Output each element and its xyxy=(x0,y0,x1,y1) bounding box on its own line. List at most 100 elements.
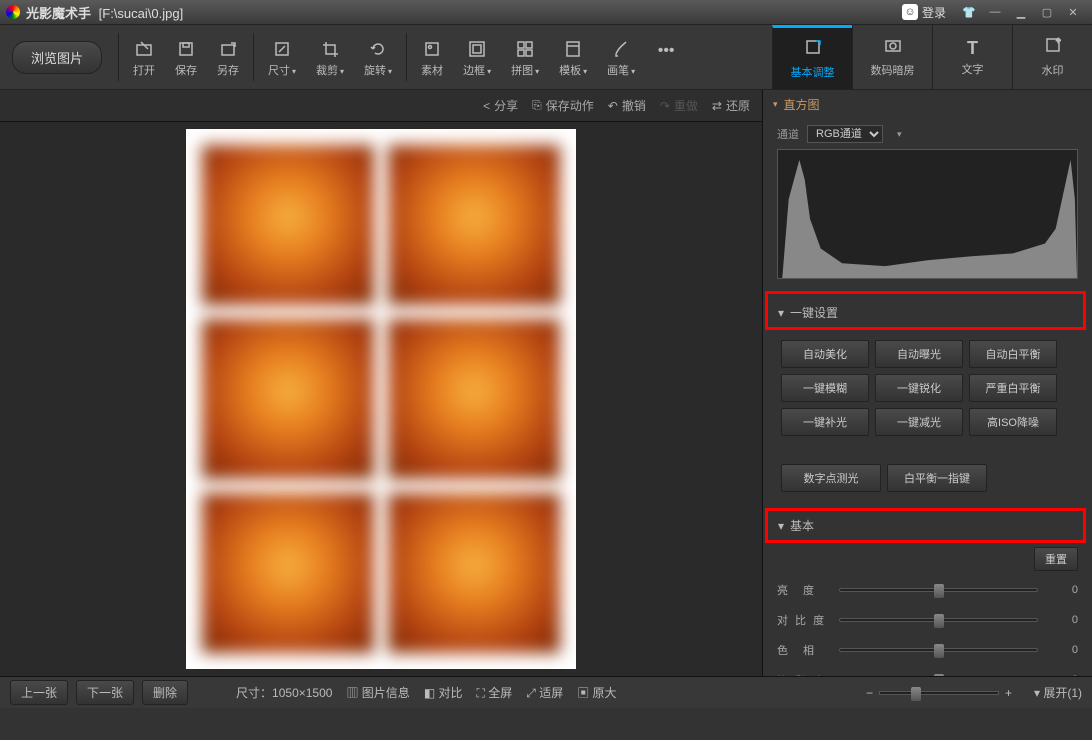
save-action-button[interactable]: ⎘ 保存动作 xyxy=(532,97,594,114)
zoom-thumb[interactable] xyxy=(911,687,921,701)
zoom-track[interactable] xyxy=(879,691,999,695)
tool-template[interactable]: 模板▾ xyxy=(549,34,597,80)
maximize-button[interactable]: ▢ xyxy=(1034,3,1060,21)
app-name: 光影魔术手 xyxy=(26,6,91,21)
channel-dropdown-icon[interactable]: ▾ xyxy=(897,129,902,140)
zoom-in-button[interactable]: + xyxy=(1005,686,1012,700)
original-size-button[interactable]: ▣ 原大 xyxy=(577,684,616,701)
btn-spot-meter[interactable]: 数字点测光 xyxy=(781,464,881,492)
browse-images-button[interactable]: 浏览图片 xyxy=(12,41,102,74)
canvas[interactable] xyxy=(0,122,762,676)
compare-button[interactable]: ◧ 对比 xyxy=(424,684,463,701)
image-info-button[interactable]: ▥ 图片信息 xyxy=(346,684,409,701)
slider-track[interactable] xyxy=(839,618,1038,622)
rotate-icon xyxy=(369,40,387,58)
rtab-basic-adjust[interactable]: 基本调整 xyxy=(772,25,852,89)
undo-button[interactable]: ↶ 撤销 xyxy=(608,97,646,114)
image-size-label: 尺寸：1050×1500 xyxy=(236,684,332,701)
template-icon xyxy=(564,40,582,58)
slider-saturation: 饱 和 度0 xyxy=(777,665,1078,676)
saveas-icon xyxy=(219,40,237,58)
fit-screen-button[interactable]: ⤢ 适屏 xyxy=(526,684,563,701)
title-bar: 光影魔术手 [F:\sucai\0.jpg] ☺ 登录 👕 — ▁ ▢ ✕ xyxy=(0,0,1092,24)
slider-thumb[interactable] xyxy=(934,584,944,598)
camera-icon xyxy=(884,36,902,54)
collapse-icon: ▾ xyxy=(778,519,784,533)
highlight-basic: ▾ 基本 xyxy=(765,508,1086,543)
login-link[interactable]: 登录 xyxy=(922,4,946,21)
btn-one-blur[interactable]: 一键模糊 xyxy=(781,374,869,402)
photo-cell xyxy=(388,319,560,479)
btn-iso-denoise[interactable]: 高ISO降噪 xyxy=(969,408,1057,436)
tool-save[interactable]: 保存 xyxy=(165,34,207,80)
oneclick-grid-2: 数字点测光 白平衡一指键 xyxy=(763,454,1092,502)
tool-collage[interactable]: 拼图▾ xyxy=(501,34,549,80)
collapse-icon: ▾ xyxy=(778,306,784,320)
crop-icon xyxy=(321,40,339,58)
close-button[interactable]: ✕ xyxy=(1060,3,1086,21)
side-panel: ▾ 直方图 通道 RGB通道 ▾ ▾ 一键设置 自动美化 自动曝光 xyxy=(762,90,1092,676)
tool-brush[interactable]: 画笔▾ xyxy=(597,34,645,80)
fullscreen-button[interactable]: ⛶ 全屏 xyxy=(477,684,513,701)
restore-button[interactable]: ⇄ 还原 xyxy=(712,97,750,114)
zoom-out-button[interactable]: − xyxy=(866,686,873,700)
next-image-button[interactable]: 下一张 xyxy=(76,680,134,705)
skin-button[interactable]: 👕 xyxy=(956,3,982,21)
rtab-watermark[interactable]: +水印 xyxy=(1012,25,1092,89)
channel-select[interactable]: RGB通道 xyxy=(807,125,883,143)
tool-frame[interactable]: 边框▾ xyxy=(453,34,501,80)
secondary-toolbar: < 分享 ⎘ 保存动作 ↶ 撤销 ↷ 重做 ⇄ 还原 xyxy=(0,90,762,122)
photo-cell xyxy=(202,145,374,305)
tool-crop[interactable]: 裁剪▾ xyxy=(306,34,354,80)
save-icon xyxy=(177,40,195,58)
rtab-text[interactable]: T文字 xyxy=(932,25,1012,89)
btn-auto-beautify[interactable]: 自动美化 xyxy=(781,340,869,368)
tool-material[interactable]: 素材 xyxy=(411,34,453,80)
btn-one-sharpen[interactable]: 一键锐化 xyxy=(875,374,963,402)
tool-more[interactable]: ••• xyxy=(645,36,687,78)
rtab-darkroom[interactable]: 数码暗房 xyxy=(852,25,932,89)
expand-button[interactable]: ▾ 展开(1) xyxy=(1034,684,1082,701)
slider-track[interactable] xyxy=(839,588,1038,592)
highlight-oneclick: ▾ 一键设置 xyxy=(765,291,1086,330)
slider-thumb[interactable] xyxy=(934,614,944,628)
delete-image-button[interactable]: 删除 xyxy=(142,680,188,705)
slider-thumb[interactable] xyxy=(934,674,944,676)
open-icon xyxy=(135,40,153,58)
window-title: 光影魔术手 [F:\sucai\0.jpg] xyxy=(26,3,902,22)
redo-button[interactable]: ↷ 重做 xyxy=(660,97,698,114)
histogram-header[interactable]: ▾ 直方图 xyxy=(763,90,1092,119)
brush-icon xyxy=(612,40,630,58)
histogram-chart xyxy=(777,149,1078,279)
photo-cell xyxy=(388,145,560,305)
oneclick-grid: 自动美化 自动曝光 自动白平衡 一键模糊 一键锐化 严重白平衡 一键补光 一键减… xyxy=(763,330,1092,446)
tool-resize[interactable]: 尺寸▾ xyxy=(258,34,306,80)
btn-strict-wb[interactable]: 严重白平衡 xyxy=(969,374,1057,402)
prev-image-button[interactable]: 上一张 xyxy=(10,680,68,705)
share-button[interactable]: < 分享 xyxy=(483,97,518,114)
minimize-button[interactable]: ▁ xyxy=(1008,3,1034,21)
app-logo xyxy=(6,5,20,19)
collapse-icon: ▾ xyxy=(773,99,778,110)
btn-auto-wb[interactable]: 自动白平衡 xyxy=(969,340,1057,368)
slider-track[interactable] xyxy=(839,648,1038,652)
tool-open[interactable]: 打开 xyxy=(123,34,165,80)
slider-thumb[interactable] xyxy=(934,644,944,658)
btn-one-dim[interactable]: 一键减光 xyxy=(875,408,963,436)
main-toolbar: 浏览图片 打开 保存 另存 尺寸▾ 裁剪▾ 旋转▾ 素材 边框▾ 拼图▾ 模板▾… xyxy=(0,24,1092,90)
file-path: [F:\sucai\0.jpg] xyxy=(99,6,184,21)
watermark-icon: + xyxy=(1044,36,1062,54)
btn-auto-exposure[interactable]: 自动曝光 xyxy=(875,340,963,368)
basic-header[interactable]: ▾ 基本 xyxy=(768,511,1083,540)
tool-saveas[interactable]: 另存 xyxy=(207,34,249,80)
btn-wb-onetouch[interactable]: 白平衡一指键 xyxy=(887,464,987,492)
oneclick-header[interactable]: ▾ 一键设置 xyxy=(768,298,1083,327)
reset-button[interactable]: 重置 xyxy=(1034,547,1078,571)
svg-text:+: + xyxy=(1056,36,1061,45)
tool-rotate[interactable]: 旋转▾ xyxy=(354,34,402,80)
menu-button[interactable]: — xyxy=(982,3,1008,21)
main-area: < 分享 ⎘ 保存动作 ↶ 撤销 ↷ 重做 ⇄ 还原 ▾ 直方图 通道 xyxy=(0,90,1092,676)
basic-sliders: 亮 度0 对 比 度0 色 相0 饱 和 度0 xyxy=(763,573,1092,676)
more-icon: ••• xyxy=(658,40,675,62)
btn-one-fill[interactable]: 一键补光 xyxy=(781,408,869,436)
